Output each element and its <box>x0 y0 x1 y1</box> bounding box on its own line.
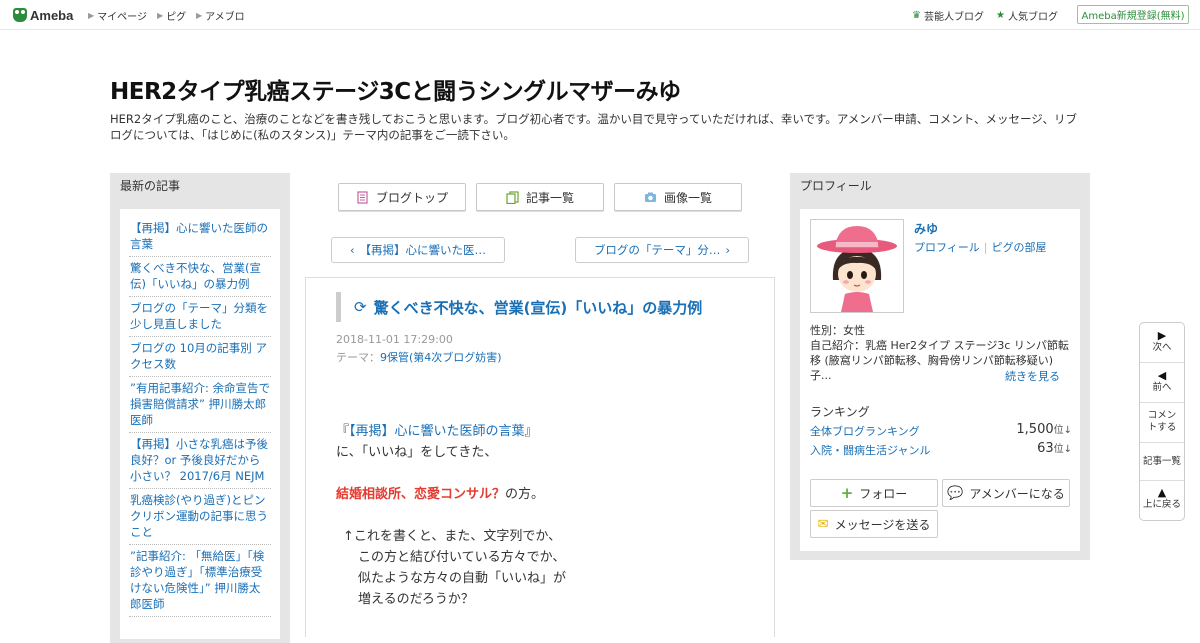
crown-icon: ♛ <box>912 10 921 21</box>
plus-icon: + <box>840 484 854 502</box>
camera-icon <box>644 192 656 202</box>
chevron-right-icon: › <box>725 243 731 257</box>
body-line: に、「いいね」をしてきた、 <box>336 445 498 460</box>
celebrity-blog-link[interactable]: ♛ 芸能人ブログ <box>912 8 984 23</box>
ranking-value: 63位↓ <box>1037 441 1072 456</box>
list-item[interactable]: 乳癌検診(やり過ぎ)とピンクリボン運動の記事に思うこと <box>129 489 271 545</box>
article-list-nav-button[interactable]: 記事一覧 <box>1140 443 1184 481</box>
article-title[interactable]: 驚くべき不快な、営業(宣伝)「いいね」の暴力例 <box>374 297 703 318</box>
profile-link[interactable]: プロフィール <box>914 239 980 255</box>
register-button[interactable]: Ameba新規登録(無料) <box>1077 5 1189 24</box>
global-header: Ameba ▶ マイページ ▶ ピグ ▶ アメブロ ♛ 芸能人ブログ ★ 人気ブログ Am… <box>0 0 1200 30</box>
prev-nav-button[interactable]: ◀ 前へ <box>1140 363 1184 403</box>
list-item[interactable]: ブログの 10月の記事別 アクセス数 <box>129 337 271 377</box>
ameba-logo[interactable]: Ameba <box>13 6 73 24</box>
quoted-article-link[interactable]: 【再掲】心に響いた医師の言葉 <box>349 424 525 439</box>
ranking-row: 全体ブログランキング 1,500位↓ <box>810 421 1072 439</box>
article-list-button[interactable]: 記事一覧 <box>476 183 604 211</box>
caret-right-icon: ▶ <box>88 11 95 20</box>
article: ⟳ 驚くべき不快な、営業(宣伝)「いいね」の暴力例 2018-11-01 17:… <box>305 277 775 637</box>
caret-right-icon: ▶ <box>157 11 164 20</box>
chat-bubble-icon: 💬 <box>947 485 964 501</box>
ranking-heading: ランキング <box>810 405 870 419</box>
blog-title[interactable]: HER2タイプ乳癌ステージ3Cと闘うシングルマザーみゆ <box>110 72 681 106</box>
body-line: ↑これを書くと、また、文字列でか、 <box>343 529 562 544</box>
triangle-left-icon: ◀ <box>1157 369 1167 382</box>
popular-blog-link[interactable]: ★ 人気ブログ <box>996 8 1058 23</box>
body-line: 増えるのだろうか？ <box>358 592 474 607</box>
image-list-button[interactable]: 画像一覧 <box>614 183 742 211</box>
recent-articles-list: 【再掲】心に響いた医師の言葉 驚くべき不快な、営業(宣伝)「いいね」の暴力例 ブ… <box>120 209 280 639</box>
profile-card: みゆ プロフィール | ピグの部屋 性別：女性 自己紹介：乳癌 Her2タイプ … <box>800 209 1080 551</box>
floating-nav: ▶ 次へ ◀ 前へ コメントする 記事一覧 ▲ 上に戻る <box>1139 322 1185 521</box>
list-icon <box>506 190 519 204</box>
body-line: 『【再掲】心に響いた医師の言葉』 <box>336 424 538 439</box>
blog-top-button[interactable]: ブログトップ <box>338 183 466 211</box>
recent-articles-panel: 最新の記事 【再掲】心に響いた医師の言葉 驚くべき不快な、営業(宣伝)「いいね」… <box>110 173 290 643</box>
theme-link[interactable]: 9保管(第4次ブログ妨害) <box>380 351 502 364</box>
read-more-link[interactable]: 続きを見る <box>1005 368 1060 384</box>
caret-right-icon: ▶ <box>196 11 203 20</box>
nav-pigg[interactable]: ▶ ピグ <box>157 8 186 23</box>
profile-heading: プロフィール <box>800 179 872 193</box>
chevron-left-icon: ‹ <box>349 243 355 257</box>
trend-down-icon: ↓ <box>1063 425 1072 436</box>
list-item[interactable]: 【再掲】小さな乳癌は予後良好？or 予後良好だから小さい？ 2017/6月 NE… <box>129 433 271 489</box>
message-button[interactable]: ✉ メッセージを送る <box>810 510 938 538</box>
nav-ameblo[interactable]: ▶ アメブロ <box>196 8 245 23</box>
avatar[interactable] <box>810 219 904 313</box>
comment-nav-button[interactable]: コメントする <box>1140 403 1184 443</box>
document-icon <box>357 190 368 204</box>
body-line: この方と結び付いている方々でか、 <box>358 550 566 565</box>
profile-gender: 性別：女性 <box>810 324 865 337</box>
triangle-up-icon: ▲ <box>1157 486 1167 499</box>
list-item[interactable]: 驚くべき不快な、営業(宣伝)「いいね」の暴力例 <box>129 257 271 297</box>
next-article-button[interactable]: ブログの「テーマ」分… › <box>575 237 749 263</box>
list-item[interactable]: 【再掲】心に響いた医師の言葉 <box>129 217 271 257</box>
pig-room-link[interactable]: ピグの部屋 <box>992 239 1047 255</box>
list-item[interactable]: ”有用記事紹介: 余命宣告で損害賠償請求” 押川勝太郎医師 <box>129 377 271 433</box>
star-icon: ★ <box>996 10 1005 21</box>
prev-article-button[interactable]: ‹ 【再掲】心に響いた医… <box>331 237 505 263</box>
ranking-row: 入院・闘病生活ジャンル 63位↓ <box>810 440 1072 458</box>
list-item[interactable]: ”記事紹介: 「無給医」「検診やり過ぎ」「標準治療受けない危険性」” 押川勝太郎… <box>129 545 271 617</box>
profile-panel: プロフィール みゆ プロフィール | ピグの部屋 性別：女性 自己紹介：乳癌 H… <box>790 173 1090 560</box>
back-to-top-button[interactable]: ▲ 上に戻る <box>1140 481 1184 521</box>
trend-down-icon: ↓ <box>1063 444 1072 455</box>
profile-links: プロフィール | ピグの部屋 <box>914 239 1047 255</box>
follow-button[interactable]: + フォロー <box>810 479 938 507</box>
next-nav-button[interactable]: ▶ 次へ <box>1140 323 1184 363</box>
list-item[interactable]: ブログの「テーマ」分類を少し見直しました <box>129 297 271 337</box>
triangle-right-icon: ▶ <box>1157 329 1167 342</box>
logo-text: Ameba <box>30 7 74 23</box>
profile-name[interactable]: みゆ <box>914 220 938 237</box>
envelope-icon: ✉ <box>817 516 829 532</box>
amember-button[interactable]: 💬 アメンバーになる <box>942 479 1070 507</box>
ranking-label[interactable]: 入院・闘病生活ジャンル <box>810 442 930 458</box>
ranking-label[interactable]: 全体ブログランキング <box>810 423 920 439</box>
article-theme: テーマ：9保管(第4次ブログ妨害) <box>336 351 502 364</box>
frog-logo-icon <box>13 8 27 22</box>
blog-description: HER2タイプ乳癌のこと、治療のことなどを書き残しておこうと思います。ブログ初心… <box>110 112 1077 142</box>
body-line: 結婚相談所、恋愛コンサル？の方。 <box>336 487 545 502</box>
divider: | <box>983 240 988 254</box>
ranking-value: 1,500位↓ <box>1016 422 1072 437</box>
nav-mypage[interactable]: ▶ マイページ <box>88 8 147 23</box>
reblog-icon: ⟳ <box>354 298 367 316</box>
article-title-block: ⟳ 驚くべき不快な、営業(宣伝)「いいね」の暴力例 <box>336 292 748 322</box>
article-date: 2018-11-01 17:29:00 <box>336 333 453 346</box>
highlighted-text: 結婚相談所、恋愛コンサル？ <box>336 487 506 502</box>
avatar-image <box>811 220 903 312</box>
recent-articles-heading: 最新の記事 <box>120 179 181 193</box>
body-line: 似たような方々の自動「いいね」が <box>358 571 567 586</box>
